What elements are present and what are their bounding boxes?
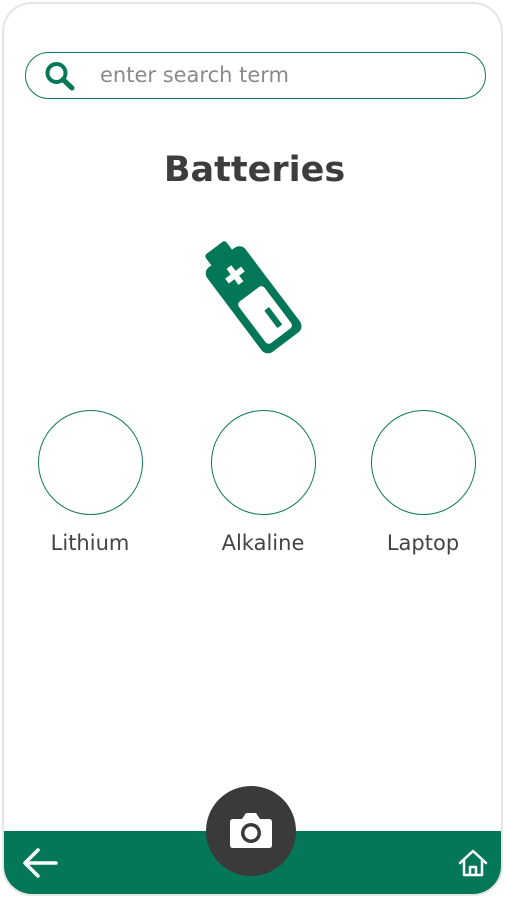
category-circle[interactable] — [37, 410, 143, 515]
search-input[interactable] — [100, 61, 460, 89]
category-label: Lithium — [50, 531, 130, 555]
page-title: Batteries — [163, 150, 346, 190]
category-circle[interactable] — [370, 410, 476, 515]
camera-button[interactable] — [206, 786, 296, 876]
category-label: Alkaline — [221, 531, 305, 555]
phone-frame: Batteries Lithium Alkaline Laptop — [2, 2, 503, 896]
category-label: Laptop — [386, 531, 460, 555]
search-icon — [45, 62, 75, 91]
arrow-left-icon[interactable] — [20, 845, 60, 881]
category-laptop[interactable]: Laptop — [353, 410, 493, 555]
category-circle[interactable] — [210, 410, 316, 515]
category-lithium[interactable]: Lithium — [20, 410, 160, 555]
category-alkaline[interactable]: Alkaline — [193, 410, 333, 555]
camera-icon — [230, 813, 272, 848]
search-bar[interactable] — [25, 52, 486, 99]
battery-icon — [205, 241, 302, 354]
home-icon[interactable] — [457, 848, 489, 878]
